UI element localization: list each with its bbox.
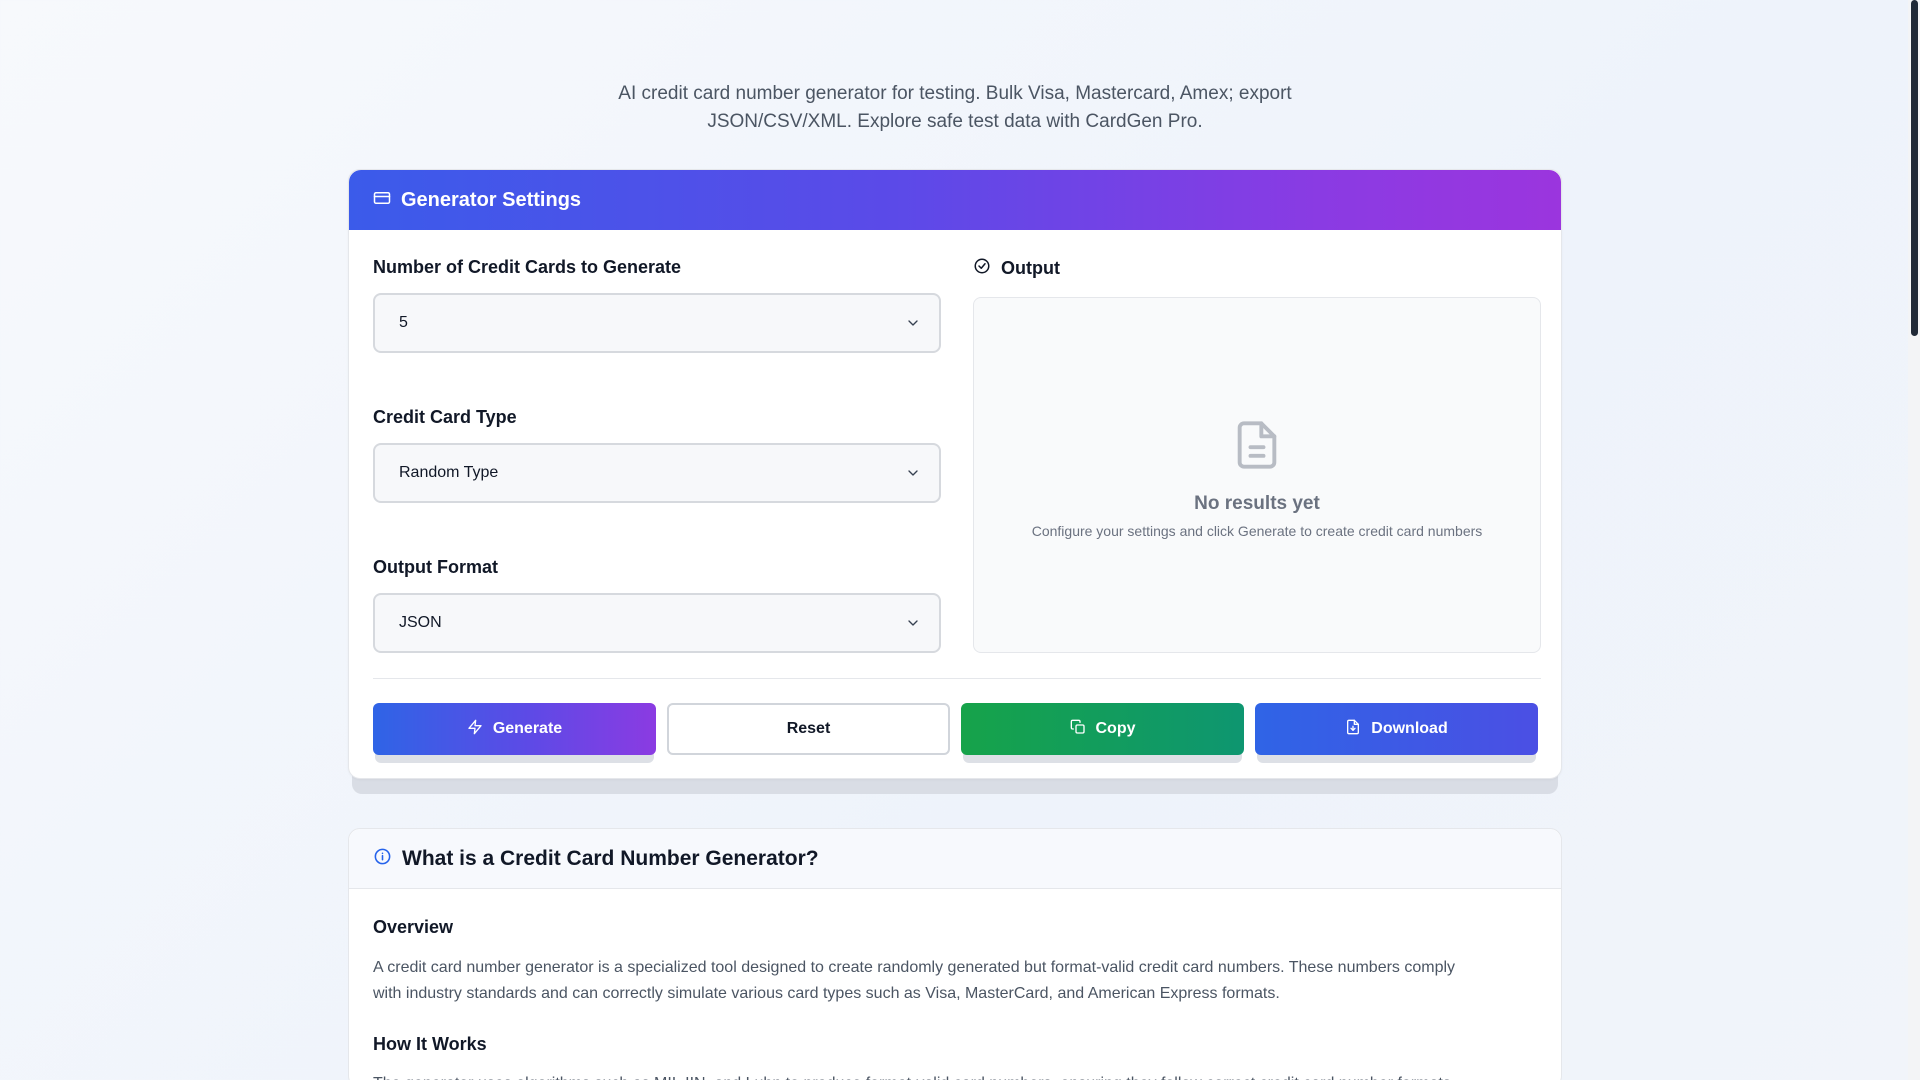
generator-settings-header: Generator Settings [349, 170, 1561, 230]
scrollbar-thumb[interactable] [1911, 0, 1918, 336]
how-it-works-paragraph: The generator uses algorithms such as MI… [373, 1071, 1543, 1080]
format-label: Output Format [373, 557, 498, 577]
file-download-icon [1345, 719, 1361, 740]
check-circle-icon [973, 257, 991, 280]
generator-settings-card: Generator Settings Number of Credit Card… [348, 169, 1562, 779]
download-button-label: Download [1371, 720, 1448, 737]
empty-state: No results yet Configure your settings a… [974, 416, 1540, 539]
format-select-value: JSON [399, 614, 442, 631]
info-title: What is a Credit Card Number Generator? [402, 846, 819, 870]
chevron-down-icon [905, 615, 921, 636]
copy-button-label: Copy [1095, 720, 1136, 737]
overview-paragraph: A credit card number generator is a spec… [373, 955, 1543, 1007]
subtitle-line-2: JSON/CSV/XML. Explore safe test data wit… [707, 111, 1203, 132]
reset-button[interactable]: Reset [667, 703, 950, 755]
download-button[interactable]: Download [1255, 703, 1538, 755]
info-icon [373, 847, 392, 871]
divider [373, 678, 1541, 679]
overview-line-2: with industry standards and can correctl… [373, 985, 1280, 1002]
card-type-select-value: Random Type [399, 464, 499, 481]
chevron-down-icon [905, 465, 921, 486]
chevron-down-icon [905, 315, 921, 336]
generate-button[interactable]: Generate [373, 703, 656, 755]
output-label: Output [973, 257, 1060, 280]
page-subtitle: AI credit card number generator for test… [0, 80, 1910, 136]
generate-button-label: Generate [492, 720, 563, 737]
count-label: Number of Credit Cards to Generate [373, 257, 682, 277]
overview-heading: Overview [373, 917, 454, 937]
credit-card-icon [373, 189, 391, 212]
empty-state-text: Configure your settings and click Genera… [1031, 523, 1483, 539]
info-card: What is a Credit Card Number Generator? … [348, 828, 1562, 1080]
copy-icon [1070, 719, 1086, 740]
generator-settings-title: Generator Settings [401, 188, 582, 211]
copy-button[interactable]: Copy [961, 703, 1244, 755]
count-select[interactable]: 5 [373, 293, 941, 353]
reset-button-label: Reset [786, 720, 831, 737]
empty-state-title: No results yet [1194, 493, 1320, 514]
format-select[interactable]: JSON [373, 593, 941, 653]
card-type-select[interactable]: Random Type [373, 443, 941, 503]
info-header: What is a Credit Card Number Generator? [349, 829, 1561, 889]
overview-line-1: A credit card number generator is a spec… [373, 959, 1456, 976]
output-panel: No results yet Configure your settings a… [973, 297, 1541, 653]
output-title: Output [1001, 258, 1060, 278]
subtitle-line-1: AI credit card number generator for test… [618, 83, 1292, 104]
document-icon [1231, 421, 1283, 478]
count-select-value: 5 [399, 314, 408, 331]
card-type-label: Credit Card Type [373, 407, 517, 427]
how-it-works-heading: How It Works [373, 1034, 487, 1054]
lightning-icon [467, 719, 483, 740]
